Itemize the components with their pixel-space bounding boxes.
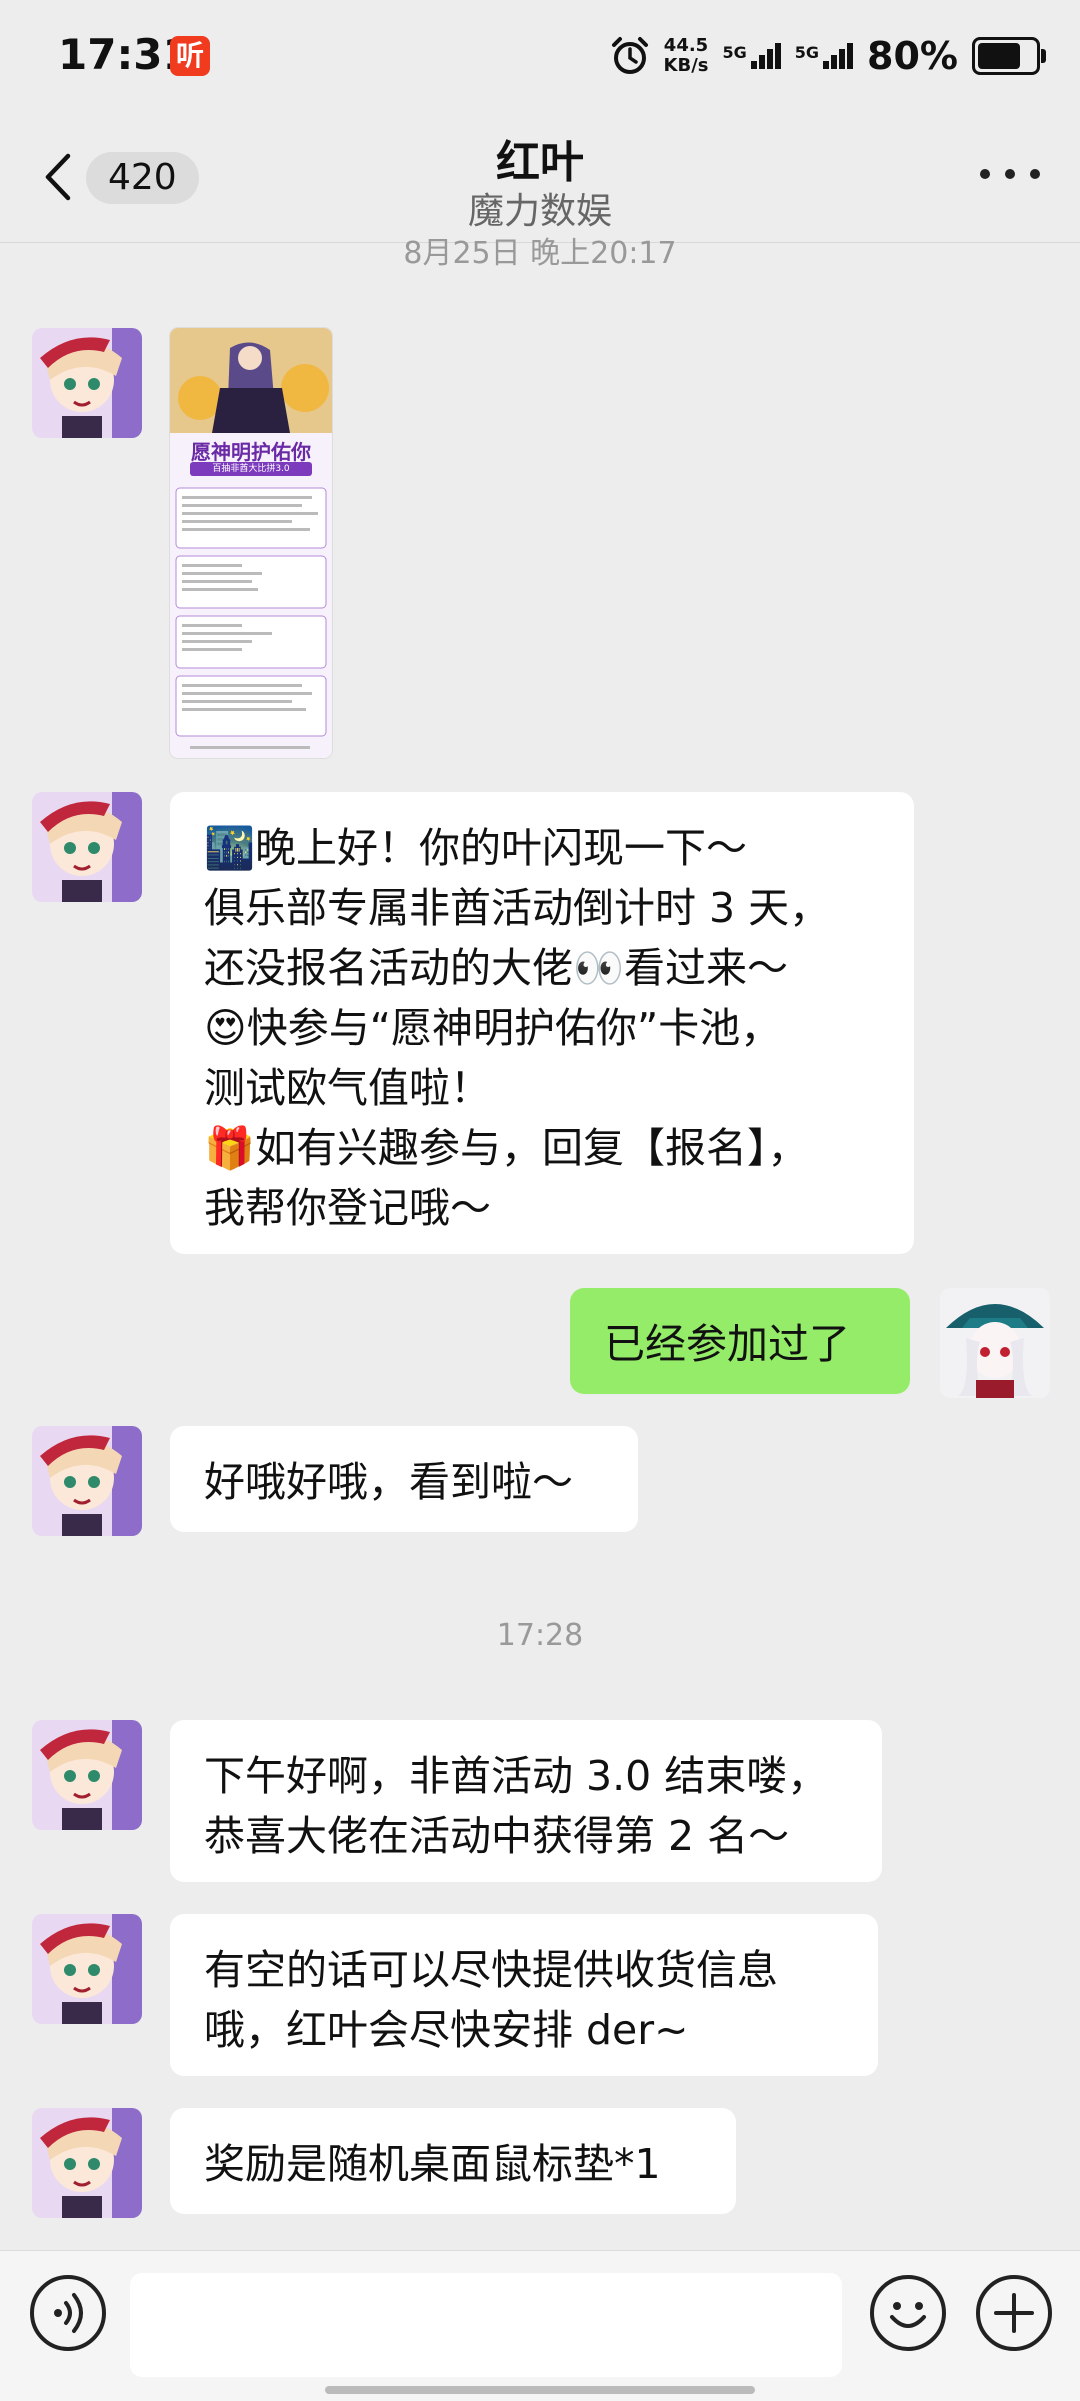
contact-avatar[interactable]: [32, 1914, 142, 2024]
home-indicator[interactable]: [325, 2386, 755, 2394]
message-bubble-incoming[interactable]: 奖励是随机桌面鼠标垫*1: [170, 2108, 736, 2214]
emoji-icon[interactable]: [870, 2275, 946, 2351]
plus-icon[interactable]: [976, 2275, 1052, 2351]
voice-icon[interactable]: [30, 2275, 106, 2351]
timestamp: 17:28: [496, 1618, 584, 1653]
status-icons: 44.5 KB/s 5G 5G 80%: [610, 30, 1046, 82]
battery-icon: [972, 37, 1046, 75]
poster-subtitle: 百抽非酋大比拼3.0: [190, 462, 312, 476]
image-message-poster[interactable]: 愿神明护佑你 百抽非酋大比拼3.0: [170, 328, 332, 758]
poster-title: 愿神明护佑你: [191, 440, 311, 464]
chat-header: 420 红叶 魔力数娱: [0, 112, 1080, 243]
contact-avatar[interactable]: [32, 1426, 142, 1536]
message-bubble-incoming[interactable]: 🌃晚上好！你的叶闪现一下～ 俱乐部专属非酋活动倒计时 3 天， 还没报名活动的大…: [170, 792, 914, 1254]
message-bubble-outgoing[interactable]: 已经参加过了: [570, 1288, 910, 1394]
more-dots-icon[interactable]: [980, 164, 1040, 184]
chat-title: 红叶: [496, 137, 584, 188]
my-avatar[interactable]: [940, 1288, 1050, 1398]
alarm-icon: [611, 37, 648, 74]
chat-subtitle: 魔力数娱: [467, 191, 612, 232]
signal-sim1-icon: 5G: [723, 43, 781, 69]
status-bar: 17:31 听 44.5 KB/s 5G 5G 80%: [0, 0, 1080, 112]
signal-sim2-icon: 5G: [795, 43, 854, 69]
input-bar: [0, 2250, 1080, 2401]
contact-avatar[interactable]: [32, 1720, 142, 1830]
message-input[interactable]: [130, 2273, 842, 2377]
message-bubble-incoming[interactable]: 有空的话可以尽快提供收货信息 哦，红叶会尽快安排 der~: [170, 1914, 878, 2076]
timestamp: 8月25日 晚上20:17: [403, 236, 677, 271]
message-bubble-incoming[interactable]: 好哦好哦，看到啦～: [170, 1426, 638, 1532]
message-bubble-incoming[interactable]: 下午好啊，非酋活动 3.0 结束喽， 恭喜大佬在活动中获得第 2 名～: [170, 1720, 882, 1882]
contact-avatar[interactable]: [32, 328, 142, 438]
contact-avatar[interactable]: [32, 792, 142, 902]
network-speed: 44.5 KB/s: [663, 35, 709, 76]
contact-avatar[interactable]: [32, 2108, 142, 2218]
notification-app-icon: 听: [170, 36, 210, 76]
battery-percent: 80%: [867, 34, 958, 78]
